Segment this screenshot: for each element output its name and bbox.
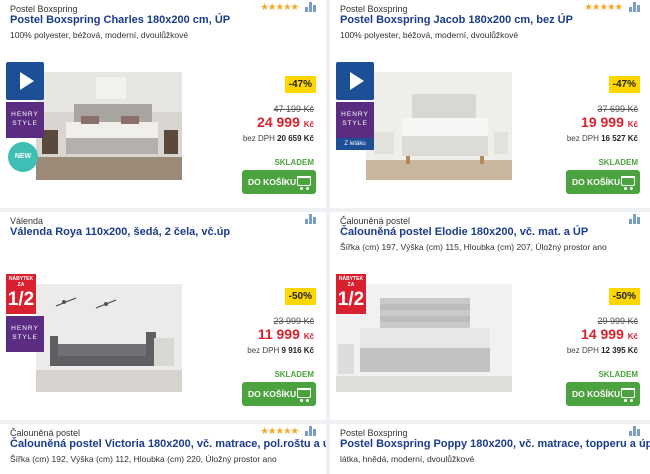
compare-icon[interactable] <box>305 214 316 224</box>
rating-stars: ★★★★★ <box>260 2 299 13</box>
product-description: látka, hnědá, moderní, dvoulůžkové <box>340 454 475 464</box>
leaflet-badge: Z letáku <box>336 138 374 150</box>
product-title[interactable]: Čalouněná postel Elodie 180x200, vč. mat… <box>340 226 588 238</box>
current-price: 11 999 Kč <box>257 326 314 342</box>
half-price-badge: NÁBYTEK ZA 1/2 <box>336 274 366 314</box>
product-title[interactable]: Postel Boxspring Jacob 180x200 cm, bez Ú… <box>340 14 573 26</box>
product-title[interactable]: Čalouněná postel Victoria 180x200, vč. m… <box>10 438 326 450</box>
product-card-roya[interactable]: Válenda Válenda Roya 110x200, šedá, 2 če… <box>0 212 326 420</box>
stock-status: SKLADEM <box>598 158 638 167</box>
product-category: Postel Boxspring <box>340 4 408 14</box>
product-title[interactable]: Postel Boxspring Poppy 180x200, vč. matr… <box>340 438 650 450</box>
price-without-vat: bez DPH 9 916 Kč <box>247 346 314 355</box>
product-category: Čalouněná postel <box>340 216 411 226</box>
discount-badge: -50% <box>608 288 640 305</box>
play-video-icon[interactable] <box>336 62 374 100</box>
cart-icon <box>297 176 311 190</box>
compare-icon[interactable] <box>629 214 640 224</box>
cart-icon <box>621 388 635 402</box>
old-price: 29 999 Kč <box>597 316 638 326</box>
old-price: 37 699 Kč <box>597 104 638 114</box>
product-card-victoria[interactable]: Čalouněná postel ★★★★★ Čalouněná postel … <box>0 424 326 474</box>
compare-icon[interactable] <box>629 2 640 12</box>
old-price: 47 199 Kč <box>273 104 314 114</box>
cart-icon <box>621 176 635 190</box>
product-grid: Postel Boxspring ★★★★★ Postel Boxspring … <box>0 0 650 474</box>
half-price-badge: NÁBYTEK ZA 1/2 <box>6 274 36 314</box>
compare-icon[interactable] <box>305 426 316 436</box>
play-video-icon[interactable] <box>6 62 44 100</box>
add-to-cart-button[interactable]: DO KOŠÍKU <box>242 170 316 194</box>
henry-style-badge: HENRY STYLE <box>6 316 44 352</box>
product-category: Čalouněná postel <box>10 428 81 438</box>
product-card-elodie[interactable]: Čalouněná postel Čalouněná postel Elodie… <box>330 212 650 420</box>
add-to-cart-button[interactable]: DO KOŠÍKU <box>566 170 640 194</box>
current-price: 14 999 Kč <box>581 326 638 342</box>
product-category: Postel Boxspring <box>340 428 408 438</box>
product-card-poppy[interactable]: Postel Boxspring Postel Boxspring Poppy … <box>330 424 650 474</box>
price-without-vat: bez DPH 20 659 Kč <box>242 134 314 143</box>
product-category: Postel Boxspring <box>10 4 78 14</box>
product-description: 100% polyester, béžová, moderní, dvoulůž… <box>340 30 519 40</box>
add-to-cart-button[interactable]: DO KOŠÍKU <box>242 382 316 406</box>
discount-badge: -50% <box>284 288 316 305</box>
henry-style-badge: HENRY STYLE <box>336 102 374 138</box>
stock-status: SKLADEM <box>274 370 314 379</box>
product-image[interactable] <box>366 72 512 180</box>
product-title[interactable]: Válenda Roya 110x200, šedá, 2 čela, vč.ú… <box>10 226 230 238</box>
stock-status: SKLADEM <box>598 370 638 379</box>
product-card-charles[interactable]: Postel Boxspring ★★★★★ Postel Boxspring … <box>0 0 326 208</box>
product-image[interactable] <box>36 72 182 180</box>
old-price: 23 999 Kč <box>273 316 314 326</box>
product-title[interactable]: Postel Boxspring Charles 180x200 cm, ÚP <box>10 14 230 26</box>
rating-stars: ★★★★★ <box>584 2 623 13</box>
henry-style-badge: HENRY STYLE <box>6 102 44 138</box>
stock-status: SKLADEM <box>274 158 314 167</box>
cart-icon <box>297 388 311 402</box>
current-price: 19 999 Kč <box>581 114 638 130</box>
rating-stars: ★★★★★ <box>260 426 299 437</box>
discount-badge: -47% <box>284 76 316 93</box>
product-description: Šířka (cm) 197, Výška (cm) 115, Hloubka … <box>340 242 607 252</box>
compare-icon[interactable] <box>629 426 640 436</box>
price-without-vat: bez DPH 12 395 Kč <box>566 346 638 355</box>
product-card-jacob[interactable]: Postel Boxspring ★★★★★ Postel Boxspring … <box>330 0 650 208</box>
product-description: Šířka (cm) 192, Výška (cm) 112, Hloubka … <box>10 454 277 464</box>
product-category: Válenda <box>10 216 44 226</box>
product-description: 100% polyester, béžová, moderní, dvoulůž… <box>10 30 189 40</box>
discount-badge: -47% <box>608 76 640 93</box>
add-to-cart-button[interactable]: DO KOŠÍKU <box>566 382 640 406</box>
price-without-vat: bez DPH 16 527 Kč <box>566 134 638 143</box>
current-price: 24 999 Kč <box>257 114 314 130</box>
product-image[interactable] <box>36 284 182 392</box>
new-badge: NEW <box>8 142 38 172</box>
compare-icon[interactable] <box>305 2 316 12</box>
